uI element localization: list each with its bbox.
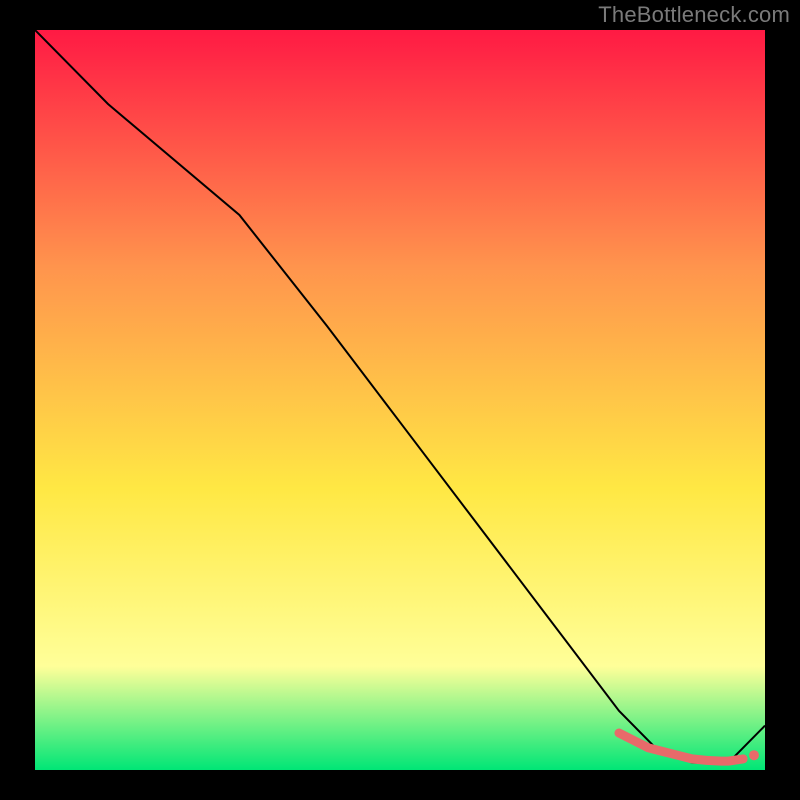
gradient-background [35, 30, 765, 770]
highlight-end-dot [749, 750, 759, 760]
chart-frame: TheBottleneck.com [0, 0, 800, 800]
watermark-text: TheBottleneck.com [598, 2, 790, 28]
chart-svg [35, 30, 765, 770]
plot-area [35, 30, 765, 770]
